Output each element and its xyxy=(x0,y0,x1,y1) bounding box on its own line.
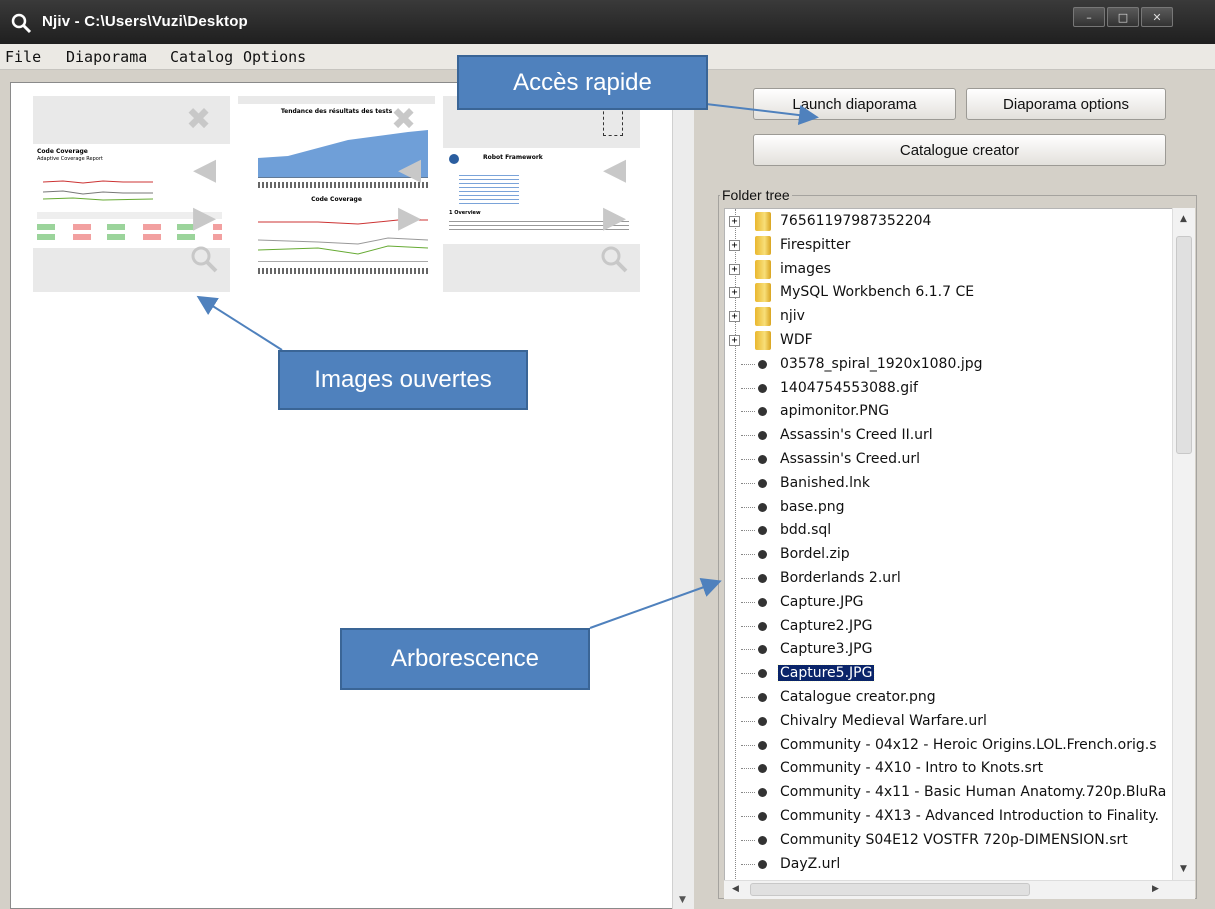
annotation-arrows xyxy=(196,103,819,629)
callout-open-images: Images ouvertes xyxy=(278,350,528,410)
app-window: Njiv - C:\Users\Vuzi\Desktop – □ ✕ File … xyxy=(0,0,1215,909)
callout-quick-access: Accès rapide xyxy=(457,55,708,110)
callout-tree: Arborescence xyxy=(340,628,590,690)
